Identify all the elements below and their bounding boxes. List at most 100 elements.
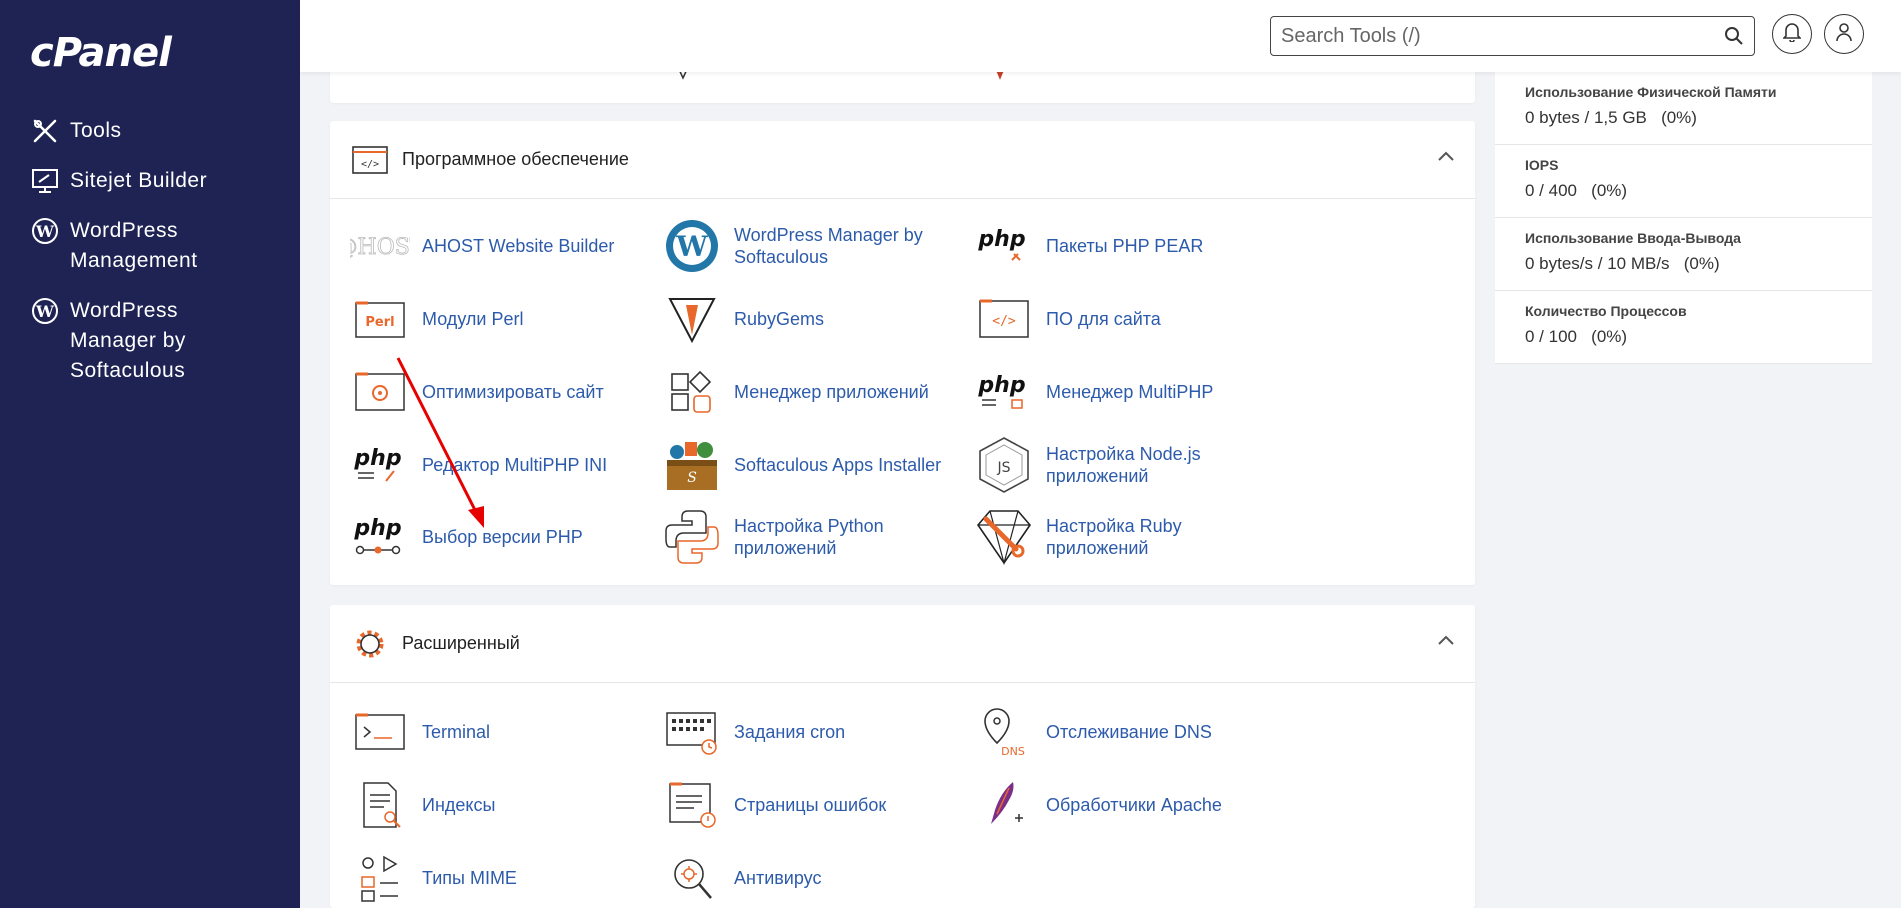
software-section-header[interactable]: </> Программное обеспечение [330,121,1475,199]
tool-site-software[interactable]: </> ПО для сайта [974,289,1274,349]
svg-text:W: W [675,230,708,263]
tool-terminal[interactable]: Terminal [350,702,650,762]
stat-value: 0 / 100 (0%) [1525,327,1628,346]
php-pear-icon: php [974,216,1034,276]
tool-indexes[interactable]: Индексы [350,775,650,835]
tool-php-version-selector[interactable]: php Выбор версии PHP [350,507,650,567]
wordpress-icon: W [30,296,60,326]
terminal-icon [350,702,410,762]
tool-php-pear[interactable]: php Пакеты PHP PEAR [974,216,1274,276]
sidebar-item-sitejet[interactable]: Sitejet Builder [0,160,300,202]
svg-text:DNS: DNS [1001,745,1025,758]
svg-text:@HOST: @HOST [350,235,410,260]
nodejs-icon: JS [974,435,1034,495]
tool-nodejs-setup[interactable]: JS Настройка Node.js приложений [974,435,1274,495]
code-window-icon: </> [350,140,390,180]
stats-panel: Использование Физической Памяти 0 bytes … [1495,72,1872,364]
sidebar-item-wordpress-manager[interactable]: W WordPress Manager by Softaculous [0,290,300,392]
svg-text:Perl: Perl [365,315,394,330]
stat-value: 0 / 400 (0%) [1525,181,1628,200]
search-input[interactable] [1271,17,1754,55]
rubygems-icon [662,289,722,349]
document-warning-icon [662,775,722,835]
virus-magnifier-icon [662,848,722,908]
search-icon[interactable] [1724,26,1744,51]
tool-cron-jobs[interactable]: Задания cron [662,702,962,762]
user-icon [1835,22,1853,47]
svg-text:php: php [353,446,401,471]
stat-physical-memory: Использование Физической Памяти 0 bytes … [1495,72,1872,145]
stat-iops: IOPS 0 / 400 (0%) [1495,145,1872,218]
svg-text:php: php [977,373,1025,398]
stat-label: Количество Процессов [1525,303,1687,319]
svg-text:W: W [35,222,55,241]
tool-multiphp-ini-editor[interactable]: php Редактор MultiPHP INI [350,435,650,495]
tool-softaculous-installer[interactable]: S Softaculous Apps Installer [662,435,962,495]
tool-ahost-website-builder[interactable]: @HOST AHOST Website Builder [350,216,650,276]
search-box [1270,16,1755,56]
sidebar-item-label: Sitejet Builder [70,169,208,192]
sitejet-icon [30,166,60,196]
sidebar-item-label: WordPress Management [70,219,198,272]
svg-text:php: php [977,227,1025,252]
tool-error-pages[interactable]: Страницы ошибок [662,775,962,835]
stat-label: Использование Физической Памяти [1525,84,1777,100]
apache-feather-icon [974,775,1034,835]
tool-multiphp-manager[interactable]: php Менеджер MultiPHP [974,362,1274,422]
svg-text:W: W [35,302,55,321]
stat-processes: Количество Процессов 0 / 100 (0%) [1495,291,1872,364]
wordpress-icon: W [662,216,722,276]
top-header [300,0,1901,72]
ahost-logo-icon: @HOST [350,216,410,276]
tools-icon [30,116,60,146]
tool-dns-tracking[interactable]: DNS Отслеживание DNS [974,702,1274,762]
tool-apache-handlers[interactable]: Обработчики Apache [974,775,1274,835]
svg-text:</>: </> [992,314,1016,329]
tool-python-setup[interactable]: Настройка Python приложений [662,507,962,567]
document-search-icon [350,775,410,835]
svg-text:</>: </> [361,159,379,170]
tool-optimize-site[interactable]: Оптимизировать сайт [350,362,650,422]
tool-wordpress-manager[interactable]: W WordPress Manager by Softaculous [662,216,962,276]
app-grid-icon [662,362,722,422]
software-section: </> Программное обеспечение @HOST AHOST … [330,121,1475,585]
chevron-up-icon[interactable] [1437,149,1455,167]
perl-icon: Perl [350,289,410,349]
calendar-clock-icon [662,702,722,762]
wordpress-icon: W [30,216,60,246]
sidebar-nav: Tools Sitejet Builder W WordPress Manage… [0,110,300,400]
ruby-wrench-icon [974,507,1034,567]
user-menu-button[interactable] [1824,14,1864,54]
stat-value: 0 bytes/s / 10 MB/s (0%) [1525,254,1720,273]
section-title: Программное обеспечение [402,149,629,169]
optimize-icon [350,362,410,422]
notifications-button[interactable] [1772,14,1812,54]
tool-antivirus[interactable]: Антивирус [662,848,962,908]
tool-app-manager[interactable]: Менеджер приложений [662,362,962,422]
cpanel-logo[interactable]: cPanel [30,30,172,76]
stat-label: Использование Ввода-Вывода [1525,230,1741,246]
sidebar-item-tools[interactable]: Tools [0,110,300,152]
advanced-section: Расширенный Terminal Задания cron DNS От… [330,605,1475,908]
stat-io-usage: Использование Ввода-Вывода 0 bytes/s / 1… [1495,218,1872,291]
tool-mime-types[interactable]: Типы MIME [350,848,650,908]
sidebar-item-wordpress-management[interactable]: W WordPress Management [0,210,300,282]
chevron-up-icon[interactable] [1437,633,1455,651]
svg-text:JS: JS [996,460,1010,476]
tool-perl-modules[interactable]: Perl Модули Perl [350,289,650,349]
svg-text:S: S [687,470,697,486]
php-icon: php [974,362,1034,422]
sidebar-item-label: Tools [70,119,122,142]
php-icon: php [350,435,410,495]
php-icon: php [350,507,410,567]
tool-rubygems[interactable]: RubyGems [662,289,962,349]
sidebar-item-label: WordPress Manager by Softaculous [70,299,186,382]
svg-text:php: php [353,516,401,541]
advanced-section-header[interactable]: Расширенный [330,605,1475,683]
dns-pin-icon: DNS [974,702,1034,762]
softaculous-icon: S [662,435,722,495]
bell-icon [1782,22,1802,47]
stat-value: 0 bytes / 1,5 GB (0%) [1525,108,1697,127]
tool-ruby-setup[interactable]: Настройка Ruby приложений [974,507,1274,567]
gear-icon [350,624,390,664]
